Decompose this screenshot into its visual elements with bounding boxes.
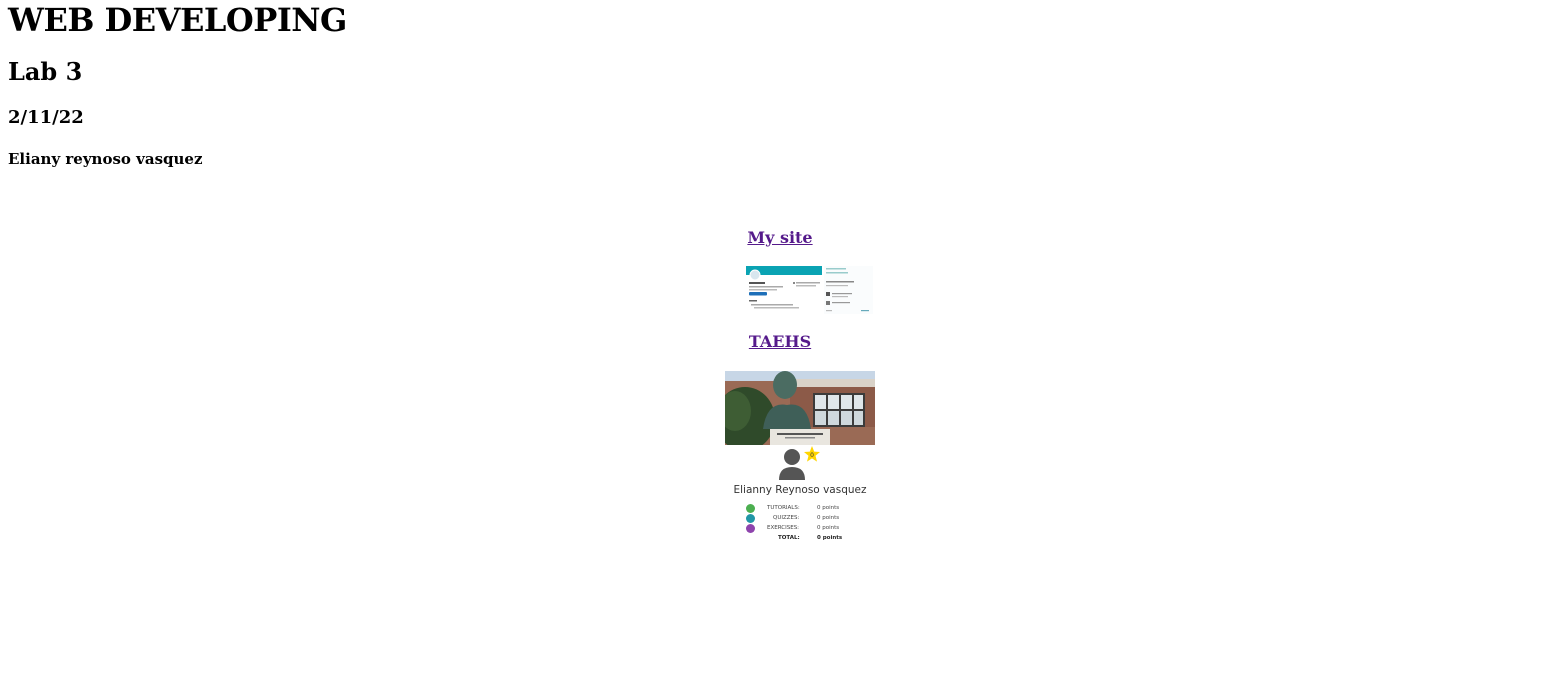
tutorials-label: TUTORIALS: — [767, 505, 800, 511]
profile-name: Elianny Reynoso vasquez — [733, 484, 867, 496]
date-heading: 2/11/22 — [8, 107, 84, 128]
my-site-link-row: My site — [0, 228, 1560, 247]
my-site-screenshot-image[interactable] — [746, 266, 873, 314]
taehs-school-photo[interactable] — [725, 371, 875, 445]
svg-text:0: 0 — [810, 452, 814, 459]
exercises-label: EXERCISES: — [767, 525, 800, 531]
total-value: 0 points — [817, 535, 843, 541]
tutorials-dot-icon — [746, 504, 755, 513]
my-site-link[interactable]: My site — [747, 228, 812, 247]
total-label: TOTAL: — [778, 535, 800, 541]
tutorials-value: 0 points — [817, 505, 840, 511]
quizzes-dot-icon — [746, 514, 755, 523]
star-badge-icon: 0 — [804, 446, 820, 462]
quizzes-value: 0 points — [817, 515, 840, 521]
page-title: WEB DEVELOPING — [8, 1, 347, 39]
exercises-dot-icon — [746, 524, 755, 533]
author-heading: Eliany reynoso vasquez — [8, 150, 203, 168]
taehs-link-row: TAEHS — [0, 332, 1560, 351]
quizzes-label: QUIZZES: — [773, 515, 800, 521]
lab-heading: Lab 3 — [8, 57, 83, 86]
exercises-value: 0 points — [817, 525, 840, 531]
taehs-link[interactable]: TAEHS — [749, 332, 811, 351]
profile-card[interactable]: 0 Elianny Reynoso vasquez TUTORIALS: 0 p… — [725, 445, 875, 560]
